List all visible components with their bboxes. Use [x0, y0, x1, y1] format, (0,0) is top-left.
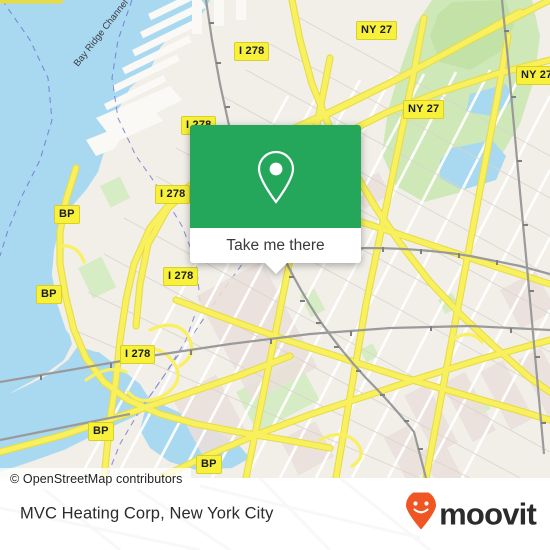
moovit-wordmark: moovit [439, 496, 537, 532]
road-shield-ny27-3[interactable]: NY 27 [516, 66, 550, 85]
road-shield-bp-1[interactable]: BP [54, 205, 80, 224]
road-shield-i278-4[interactable]: I 278 [163, 267, 199, 286]
osm-attribution[interactable]: © OpenStreetMap contributors [0, 468, 191, 490]
road-shield-ny27-2[interactable]: NY 27 [403, 100, 445, 119]
road-shield-i278-5[interactable]: I 278 [120, 345, 156, 364]
brand-pin-shape [406, 490, 437, 530]
take-me-there-button[interactable]: Take me there [190, 228, 361, 263]
moovit-map-screen: Bay Ridge Channel I 278 I 278 I 278 I 27… [0, 0, 550, 550]
popup-header [190, 125, 361, 228]
road-shield-ny27-1[interactable]: NY 27 [356, 21, 398, 40]
moovit-smiley-pin-icon [405, 490, 437, 536]
location-popup-card[interactable]: Take me there [190, 125, 361, 274]
road-shield-bp-3[interactable]: BP [88, 422, 114, 441]
popup-pointer [264, 263, 287, 274]
road-shield-i278-3[interactable]: I 278 [155, 185, 191, 204]
road-shield-i278-1[interactable]: I 278 [234, 42, 270, 61]
place-title: MVC Heating Corp, New York City [20, 504, 274, 523]
map-pin-icon [255, 150, 297, 204]
road-shield-bp-2[interactable]: BP [36, 285, 62, 304]
road-shield-bp-4[interactable]: BP [196, 455, 222, 474]
moovit-logo[interactable]: moovit [405, 490, 537, 536]
